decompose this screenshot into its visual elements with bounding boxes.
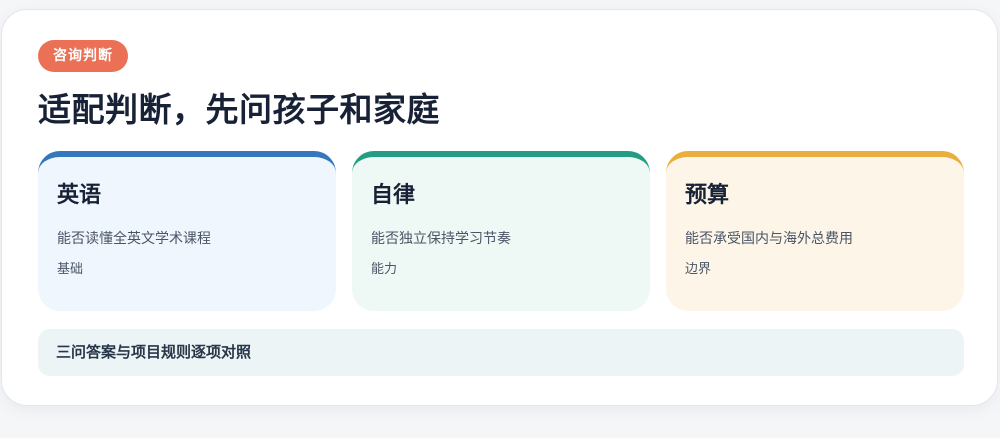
card-budget: 预算 能否承受国内与海外总费用 边界 bbox=[666, 151, 964, 311]
page-title: 适配判断，先问孩子和家庭 bbox=[38, 90, 440, 129]
card-title: 英语 bbox=[57, 183, 102, 208]
card-tail: 能力 bbox=[371, 262, 398, 277]
card-description: 能否承受国内与海外总费用 bbox=[685, 231, 853, 247]
card-self-discipline: 自律 能否独立保持学习节奏 能力 bbox=[352, 151, 650, 311]
content-panel: 咨询判断 适配判断，先问孩子和家庭 英语 能否读懂全英文学术课程 基础 自律 能… bbox=[1, 9, 998, 406]
card-english: 英语 能否读懂全英文学术课程 基础 bbox=[38, 151, 336, 311]
card-description: 能否独立保持学习节奏 bbox=[371, 231, 511, 247]
card-tail: 基础 bbox=[57, 262, 84, 277]
card-title: 自律 bbox=[371, 183, 416, 208]
card-title: 预算 bbox=[685, 183, 730, 208]
card-description: 能否读懂全英文学术课程 bbox=[57, 231, 211, 247]
category-tag: 咨询判断 bbox=[38, 40, 128, 72]
summary-bar: 三问答案与项目规则逐项对照 bbox=[38, 329, 964, 376]
card-tail: 边界 bbox=[685, 262, 712, 277]
